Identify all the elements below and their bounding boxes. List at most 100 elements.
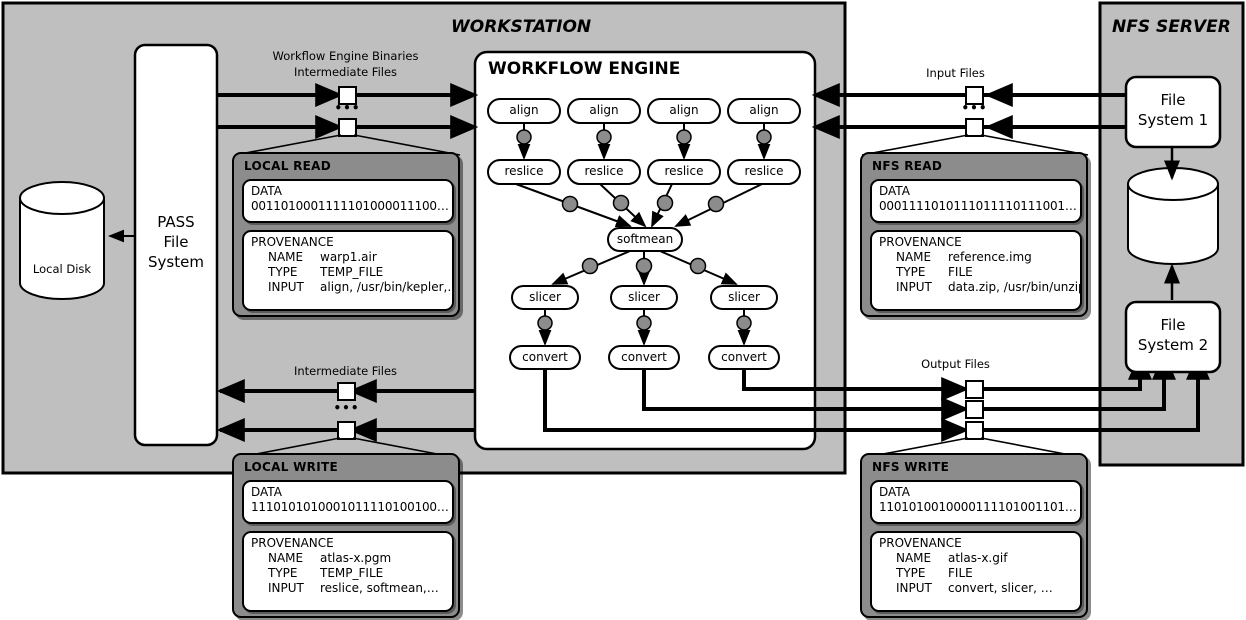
fs1-line-1: File	[1160, 91, 1186, 109]
node-label-convert-2: convert	[621, 350, 667, 364]
node-label-softmean: softmean	[616, 232, 674, 246]
card-nfs-write-provenance-panel: PROVENANCE NAME atlas-x.gif TYPE FILE INPU…	[870, 531, 1082, 612]
channel-label-left-top-1: Workflow Engine Binaries	[272, 49, 419, 63]
provenance-field-type: TYPE FILE	[879, 265, 1073, 280]
fs2-line-2: System 2	[1137, 336, 1209, 354]
file-marker-local-write-bottom	[337, 421, 356, 440]
pass-line-2: File	[163, 233, 189, 251]
card-local-write-data-panel: DATA 1110101010001011110100100…	[242, 480, 454, 524]
card-nfs-write-data-panel: DATA 1101010010000111101001101…	[870, 480, 1082, 524]
channel-label-left-top-2: Intermediate Files	[293, 65, 398, 79]
node-label-reslice-4: reslice	[744, 164, 784, 178]
node-label-convert-1: convert	[522, 350, 568, 364]
provenance-dot	[736, 315, 752, 331]
nfs-disk-cylinder	[1126, 167, 1220, 265]
node-label-slicer-3: slicer	[728, 290, 760, 304]
field-value: TEMP_FILE	[320, 566, 384, 580]
ellipsis-icon-local-read: •••	[334, 101, 361, 115]
provenance-dot	[707, 195, 725, 213]
card-local-write: LOCAL WRITE DATA 11101010100010111101001…	[232, 453, 460, 618]
channel-label-right-top: Input Files	[926, 66, 985, 80]
file-marker-local-read-bottom	[338, 118, 357, 137]
pass-file-system-label: PASS File System	[135, 212, 217, 272]
file-marker-nfs-write-1	[965, 380, 984, 399]
file-marker-local-write-top	[337, 382, 356, 401]
provenance-field-name: NAME atlas-x.gif	[879, 551, 1073, 566]
provenance-dot	[596, 129, 612, 145]
field-key: TYPE	[268, 265, 298, 279]
field-value: FILE	[948, 566, 973, 580]
provenance-dot	[581, 257, 599, 275]
node-label-align-4: align	[749, 103, 779, 117]
field-key: INPUT	[268, 581, 304, 595]
node-label-align-1: align	[509, 103, 539, 117]
node-label-convert-3: convert	[721, 350, 767, 364]
provenance-field-name: NAME atlas-x.pgm	[251, 551, 445, 566]
fs2-line-1: File	[1160, 316, 1186, 334]
field-key: TYPE	[896, 265, 926, 279]
card-local-read: LOCAL READ DATA 001101000111110100001110…	[232, 152, 460, 317]
card-nfs-write: NFS WRITE DATA 1101010010000111101001101…	[860, 453, 1088, 618]
provenance-label: PROVENANCE	[251, 235, 334, 249]
ellipsis-icon-nfs-read: •••	[961, 101, 988, 115]
field-key: INPUT	[896, 581, 932, 595]
card-nfs-read-title: NFS READ	[872, 159, 943, 173]
local-disk-label: Local Disk	[32, 262, 92, 276]
provenance-label: PROVENANCE	[879, 536, 962, 550]
provenance-field-type: TYPE TEMP_FILE	[251, 265, 445, 280]
provenance-field-input: INPUT convert, slicer, …	[879, 581, 1073, 596]
card-nfs-read-provenance-panel: PROVENANCE NAME reference.img TYPE FILE IN…	[870, 230, 1082, 311]
provenance-dot	[656, 194, 674, 212]
workstation-title: WORKSTATION	[451, 17, 592, 37]
provenance-dot	[636, 315, 652, 331]
provenance-dot	[676, 129, 692, 145]
field-key: NAME	[896, 250, 932, 264]
fs1-line-2: System 1	[1137, 111, 1209, 129]
workflow-engine-title: WORKFLOW ENGINE	[488, 59, 681, 79]
file-marker-nfs-write-3	[965, 421, 984, 440]
provenance-field-input: INPUT reslice, softmean,…	[251, 581, 445, 596]
field-key: NAME	[268, 250, 304, 264]
ellipsis-icon-local-write: •••	[333, 401, 360, 415]
field-value: FILE	[948, 265, 973, 279]
data-value: 0011010001111101000011100…	[251, 199, 449, 213]
data-label: DATA	[879, 485, 910, 499]
node-label-align-3: align	[669, 103, 699, 117]
field-key: INPUT	[268, 280, 304, 294]
node-label-slicer-1: slicer	[529, 290, 561, 304]
data-label: DATA	[879, 184, 910, 198]
field-value: warp1.air	[320, 250, 377, 264]
field-key: TYPE	[896, 566, 926, 580]
card-local-write-title: LOCAL WRITE	[244, 460, 338, 474]
card-local-read-data-panel: DATA 0011010001111101000011100…	[242, 179, 454, 223]
data-label: DATA	[251, 485, 282, 499]
field-value: TEMP_FILE	[320, 265, 384, 279]
node-label-reslice-3: reslice	[664, 164, 704, 178]
card-nfs-read-data-panel: DATA 0001111010111011110111001…	[870, 179, 1082, 223]
field-value: reslice, softmean,…	[320, 581, 439, 595]
field-value: align, /usr/bin/kepler,…	[320, 280, 454, 294]
file-system-1-label: File System 1	[1126, 90, 1220, 130]
provenance-dot	[689, 257, 707, 275]
provenance-dot	[537, 315, 553, 331]
provenance-field-type: TYPE TEMP_FILE	[251, 566, 445, 581]
provenance-dot	[756, 129, 772, 145]
provenance-field-input: INPUT data.zip, /usr/bin/unzip	[879, 280, 1080, 295]
file-marker-nfs-write-2	[965, 400, 984, 419]
provenance-dot	[516, 129, 532, 145]
channel-label-right-bottom: Output Files	[921, 357, 990, 371]
node-label-reslice-2: reslice	[584, 164, 624, 178]
provenance-field-type: TYPE FILE	[879, 566, 1073, 581]
field-value: reference.img	[948, 250, 1032, 264]
data-label: DATA	[251, 184, 282, 198]
field-key: NAME	[896, 551, 932, 565]
pass-line-1: PASS	[157, 213, 195, 231]
card-local-write-provenance-panel: PROVENANCE NAME atlas-x.pgm TYPE TEMP_FILE…	[242, 531, 454, 612]
node-label-slicer-2: slicer	[628, 290, 660, 304]
field-value: convert, slicer, …	[948, 581, 1053, 595]
provenance-dot	[612, 194, 630, 212]
provenance-dot	[561, 195, 579, 213]
file-marker-nfs-read-bottom	[965, 118, 984, 137]
provenance-field-input: INPUT align, /usr/bin/kepler,…	[251, 280, 452, 295]
field-value: atlas-x.pgm	[320, 551, 392, 565]
